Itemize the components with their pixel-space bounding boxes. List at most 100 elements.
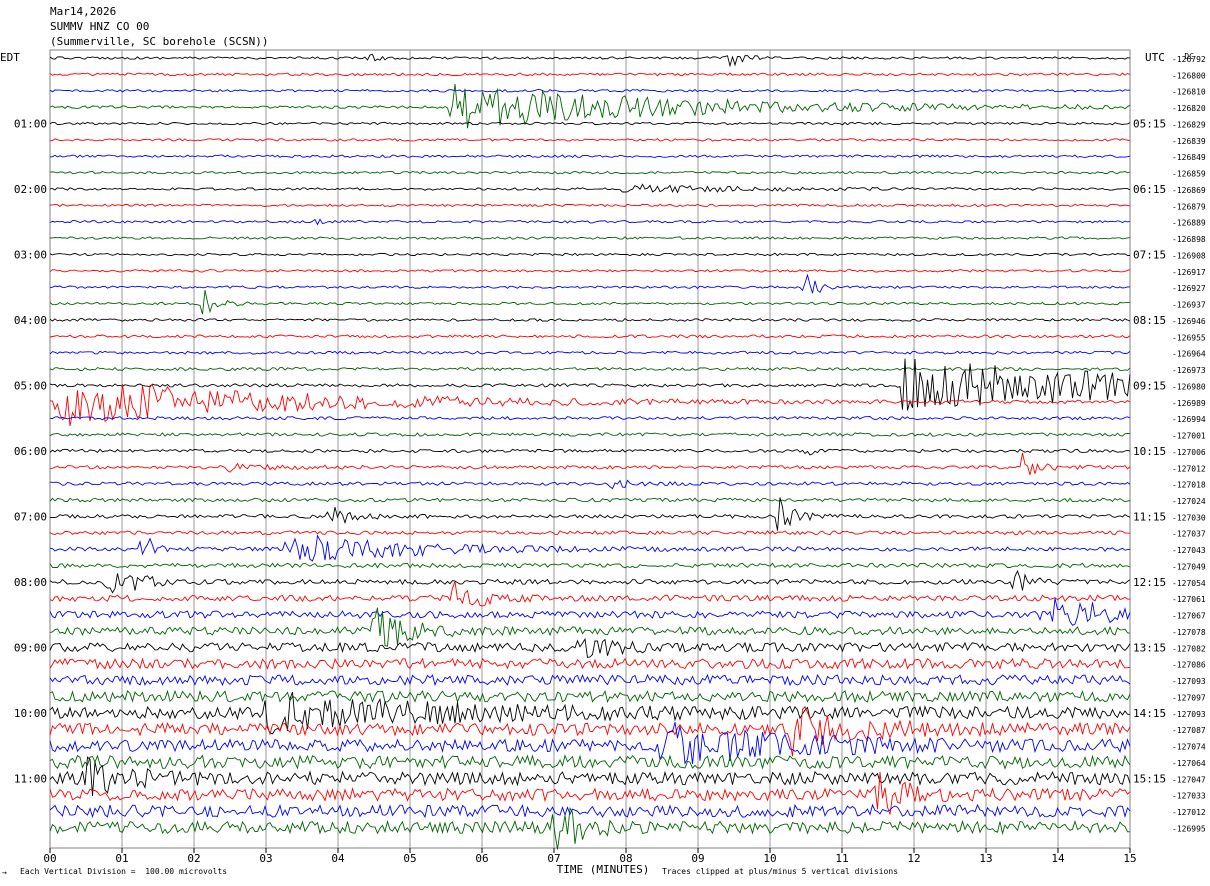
corner-mark: → xyxy=(2,868,7,877)
dc-offset-label: -126946 xyxy=(1172,317,1206,326)
dc-offset-label: -127012 xyxy=(1172,464,1206,473)
right-hour-label: 06:15 xyxy=(1133,183,1166,196)
dc-offset-label: -126869 xyxy=(1172,186,1206,195)
left-timezone-label: EDT xyxy=(0,51,20,64)
dc-offset-label: -126810 xyxy=(1172,88,1206,97)
dc-offset-label: -126898 xyxy=(1172,235,1206,244)
right-hour-label: 12:15 xyxy=(1133,576,1166,589)
dc-offset-label: -127093 xyxy=(1172,677,1206,686)
dc-offset-label: -127067 xyxy=(1172,612,1206,621)
x-tick-label: 01 xyxy=(115,852,128,865)
x-tick-label: 15 xyxy=(1123,852,1136,865)
right-hour-label: 10:15 xyxy=(1133,445,1166,458)
dc-offset-label: -127086 xyxy=(1172,661,1206,670)
x-tick-label: 11 xyxy=(835,852,848,865)
x-tick-label: 04 xyxy=(331,852,345,865)
x-tick-label: 09 xyxy=(691,852,704,865)
trace-14 xyxy=(49,273,1130,294)
dc-offset-label: -127001 xyxy=(1172,432,1206,441)
dc-offset-label: -127061 xyxy=(1172,595,1206,604)
trace-11 xyxy=(49,236,1131,240)
dc-offset-label: -126927 xyxy=(1172,284,1206,293)
left-hour-label: 11:00 xyxy=(14,772,47,785)
dc-offset-label: -127049 xyxy=(1172,562,1206,571)
dc-offset-label: -127078 xyxy=(1172,628,1206,637)
trace-16 xyxy=(49,318,1131,322)
dc-offset-label: -126973 xyxy=(1172,366,1206,375)
trace-10 xyxy=(49,218,1131,226)
dc-offset-label: -126889 xyxy=(1172,219,1206,228)
left-hour-label: 01:00 xyxy=(14,117,47,130)
dc-offset-label: -126849 xyxy=(1172,153,1206,162)
trace-23 xyxy=(49,432,1131,437)
trace-27 xyxy=(49,497,1131,503)
trace-32 xyxy=(49,569,1131,594)
left-hour-label: 07:00 xyxy=(14,510,47,523)
dc-offset-label: -127097 xyxy=(1172,693,1206,702)
x-tick-label: 14 xyxy=(1051,852,1065,865)
right-hour-label: 08:15 xyxy=(1133,314,1166,327)
dc-offset-label: -126792 xyxy=(1172,55,1206,64)
trace-9 xyxy=(49,203,1131,208)
dc-offset-label: -127024 xyxy=(1172,497,1206,506)
trace-33 xyxy=(49,581,1131,607)
dc-offset-label: -127047 xyxy=(1172,775,1206,784)
left-hour-label: 09:00 xyxy=(14,641,47,654)
right-hour-label: 15:15 xyxy=(1133,772,1166,785)
dc-offset-label: -126955 xyxy=(1172,333,1206,342)
trace-2 xyxy=(49,88,1131,93)
scale-note: Each Vertical Division = 100.00 microvol… xyxy=(20,867,228,876)
dc-offset-label: -126994 xyxy=(1172,415,1206,424)
x-tick-label: 03 xyxy=(259,852,272,865)
x-tick-label: 06 xyxy=(475,852,488,865)
helicorder-plot: 00 01 02 03 04 05 06 07 08 09 10 11 12 13 14 15TIME (MI… xyxy=(0,49,1206,876)
dc-offset-label: -127093 xyxy=(1172,710,1206,719)
dc-offset-label: -127087 xyxy=(1172,726,1206,735)
dc-offset-label: -127043 xyxy=(1172,546,1206,555)
x-tick-label: 05 xyxy=(403,852,416,865)
dc-offset-label: -127037 xyxy=(1172,530,1206,539)
x-tick-label: 02 xyxy=(187,852,200,865)
dc-offset-label: -127030 xyxy=(1172,513,1206,522)
dc-offset-label: -127033 xyxy=(1172,792,1206,801)
trace-8 xyxy=(49,183,1131,194)
trace-5 xyxy=(50,138,1131,142)
x-tick-label: 13 xyxy=(979,852,992,865)
dc-offset-label: -126989 xyxy=(1172,399,1206,408)
trace-7 xyxy=(49,170,1131,175)
dc-offset-label: -127018 xyxy=(1172,481,1206,490)
plot-frame xyxy=(49,49,1131,849)
right-hour-label: 09:15 xyxy=(1133,379,1166,392)
trace-37 xyxy=(49,657,1131,670)
dc-offset-label: -126937 xyxy=(1172,301,1206,310)
x-tick-label: 10 xyxy=(763,852,776,865)
right-timezone-label: UTC xyxy=(1145,51,1165,64)
trace-24 xyxy=(49,448,1131,456)
left-hour-label: 02:00 xyxy=(14,183,47,196)
left-hour-label: 10:00 xyxy=(14,707,47,720)
trace-43 xyxy=(49,754,1131,770)
left-hour-label: 08:00 xyxy=(14,576,47,589)
right-hour-label: 14:15 xyxy=(1133,707,1166,720)
x-axis-label: TIME (MINUTES) xyxy=(557,863,650,876)
dc-offset-label: -127012 xyxy=(1172,808,1206,817)
trace-39 xyxy=(49,689,1131,704)
dc-offset-label: -126859 xyxy=(1172,170,1206,179)
trace-13 xyxy=(49,269,1131,273)
trace-28 xyxy=(49,497,1131,531)
trace-46 xyxy=(49,803,1131,819)
dc-offset-label: -126820 xyxy=(1172,104,1206,113)
dc-offset-label: -127074 xyxy=(1172,743,1206,752)
trace-15 xyxy=(49,290,1130,315)
x-tick-label: 12 xyxy=(907,852,920,865)
trace-6 xyxy=(50,154,1131,158)
trace-18 xyxy=(49,350,1131,355)
trace-26 xyxy=(49,479,1131,490)
dc-offset-label: -126908 xyxy=(1172,251,1206,260)
trace-30 xyxy=(49,534,1131,562)
trace-38 xyxy=(49,673,1131,687)
trace-29 xyxy=(49,530,1131,536)
trace-36 xyxy=(49,637,1131,659)
dc-offset-label: -126829 xyxy=(1172,120,1206,129)
dc-offset-label: -127006 xyxy=(1172,448,1206,457)
